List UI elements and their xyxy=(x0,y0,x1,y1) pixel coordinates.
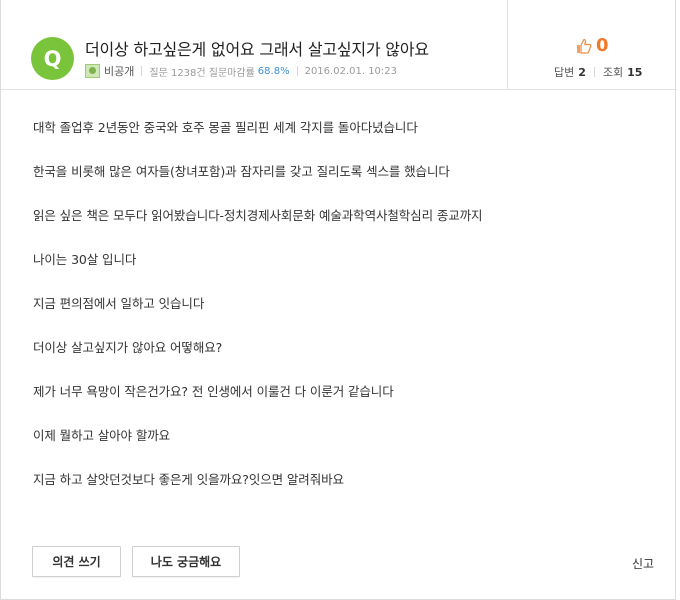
like-count: 0 xyxy=(596,35,609,56)
question-body: 대학 졸업후 2년동안 중국와 호주 몽골 필리핀 세계 각지를 돌아다녔습니다… xyxy=(33,118,483,514)
report-link[interactable]: 신고 xyxy=(632,555,654,572)
body-paragraph: 지금 하고 살앗던것보다 좋은게 잇을까요?잇으면 알려줘바요 xyxy=(33,472,344,487)
stats-divider xyxy=(593,67,595,77)
like-button[interactable]: 0 xyxy=(576,35,609,56)
write-opinion-button[interactable]: 의견 쓰기 xyxy=(32,546,121,577)
body-paragraph: 지금 편의점에서 일하고 잇습니다 xyxy=(33,296,205,311)
question-date: 2016.02.01. 10:23 xyxy=(304,65,398,77)
meta-divider xyxy=(141,66,143,76)
views-count: 15 xyxy=(627,65,643,79)
views-label: 조회 xyxy=(602,66,624,79)
stats-box: 0 답변 2 조회 15 xyxy=(507,0,677,90)
body-paragraph: 한국을 비롯해 많은 여자들(창녀포함)과 잠자리를 갖고 질리도록 섹스를 했… xyxy=(33,164,450,179)
avatar-icon xyxy=(85,64,100,78)
body-paragraph: 이제 뭘하고 살아야 할까요 xyxy=(33,428,171,443)
question-panel: Q 더이상 하고싶은게 없어요 그래서 살고싶지가 않아요 비공개 질문 123… xyxy=(0,0,677,600)
answers-count: 2 xyxy=(578,65,586,79)
question-stats-text: 질문 1238건 질문마감률 xyxy=(149,67,255,79)
body-paragraph: 제가 너무 욕망이 작은건가요? 전 인생에서 이룰건 다 이룬거 같습니다 xyxy=(33,384,394,399)
meta-divider xyxy=(296,66,298,76)
question-header: Q 더이상 하고싶은게 없어요 그래서 살고싶지가 않아요 비공개 질문 123… xyxy=(1,0,677,90)
close-rate: 68.8% xyxy=(257,65,290,77)
answers-label: 답변 xyxy=(554,66,575,79)
body-paragraph: 더이상 살고싶지가 않아요 어떻해요? xyxy=(33,340,223,355)
body-paragraph: 대학 졸업후 2년동안 중국와 호주 몽골 필리핀 세계 각지를 돌아다녔습니다 xyxy=(33,120,418,135)
question-meta: 비공개 질문 1238건 질문마감률 68.8% 2016.02.01. 10:… xyxy=(85,63,397,79)
me-too-curious-button[interactable]: 나도 궁금해요 xyxy=(132,546,240,577)
question-badge: Q xyxy=(31,37,74,80)
question-title: 더이상 하고싶은게 없어요 그래서 살고싶지가 않아요 xyxy=(85,40,429,59)
author-name[interactable]: 비공개 xyxy=(104,63,134,79)
thumbs-up-icon xyxy=(576,38,592,54)
answer-view-stats: 답변 2 조회 15 xyxy=(554,64,642,80)
body-paragraph: 나이는 30살 입니다 xyxy=(33,252,137,267)
body-paragraph: 읽은 싶은 책은 모두다 읽어봤습니다-정치경제사회문화 예술과학역사철학심리 … xyxy=(33,208,483,223)
